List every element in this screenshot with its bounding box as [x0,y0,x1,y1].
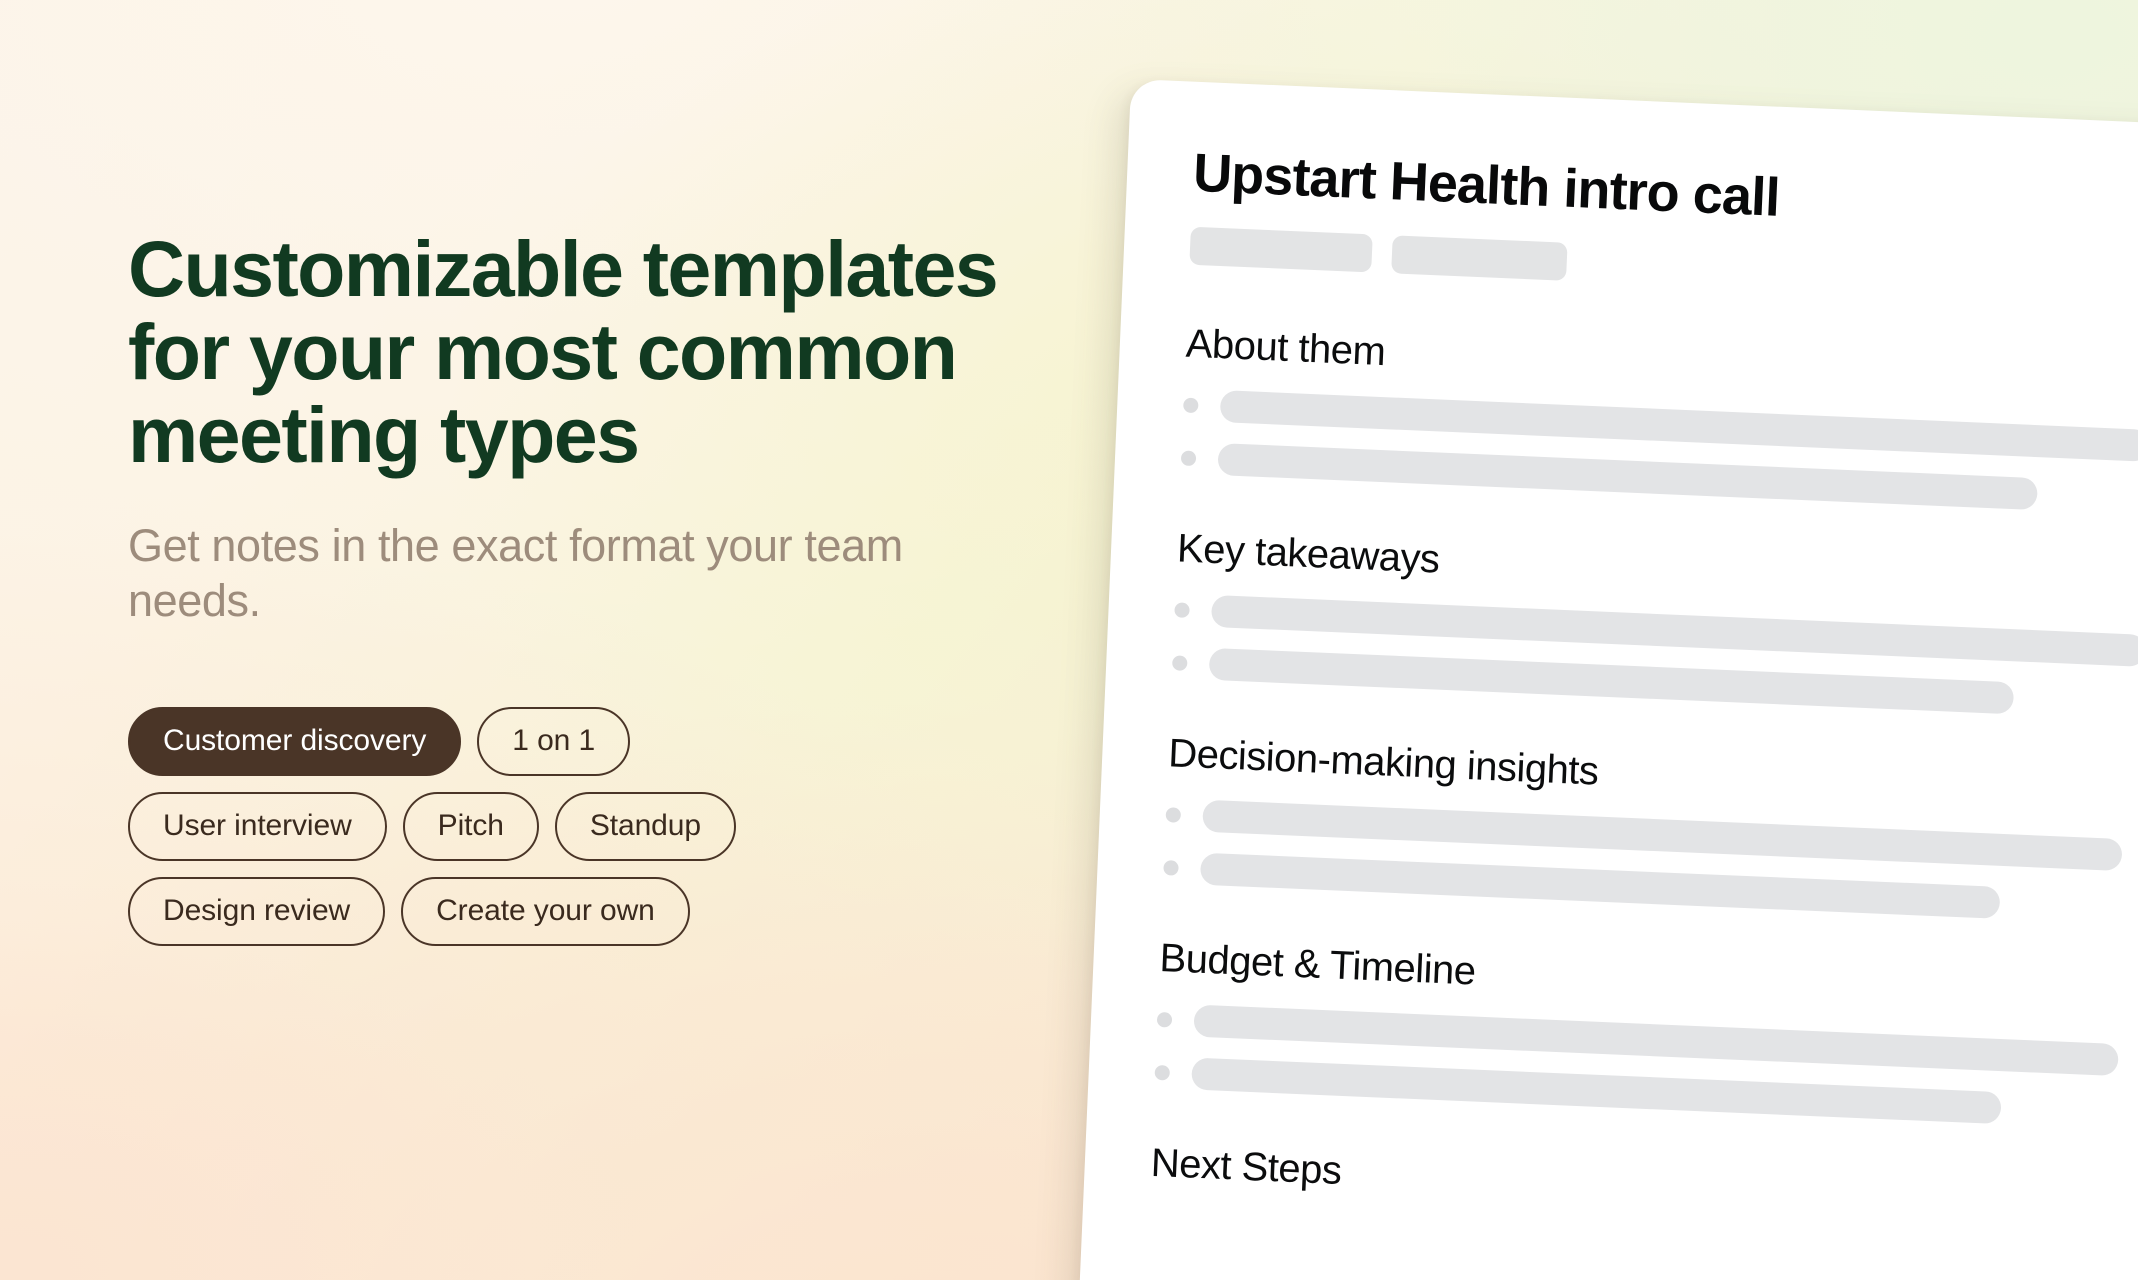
bullet-dot-icon [1163,859,1179,876]
note-card-stage: Upstart Health intro call About them Key … [1073,78,2138,1280]
bullet-dot-icon [1154,1064,1171,1081]
template-pill-customer-discovery[interactable]: Customer discovery [128,706,462,776]
note-bullet-list [1171,594,2138,727]
template-pill-user-interview[interactable]: User interview [128,791,387,861]
hero-subtitle: Get notes in the exact format your team … [128,519,903,626]
note-bullet-list [1180,389,2138,522]
note-section: Next Steps [1150,1140,2138,1234]
tag-placeholder-2 [1391,235,1568,282]
template-pill-create-your-own[interactable]: Create your own [401,876,690,946]
tag-placeholder-1 [1189,227,1373,273]
bullet-dot-icon [1174,602,1190,618]
page-viewport: Customizable templates for your most com… [0,0,2138,1280]
note-section-list: About them Key takeaways Decision-making i… [1150,321,2138,1234]
template-pill-standup[interactable]: Standup [554,791,736,861]
note-bullet-list [1154,1003,2138,1136]
note-section: Decision-making insights [1163,731,2138,931]
note-tag-row [1189,227,2138,313]
template-pill-design-review[interactable]: Design review [128,876,386,946]
note-section: About them [1180,321,2138,521]
hero-copy-column: Customizable templates for your most com… [128,224,1048,946]
note-section: Key takeaways [1171,526,2138,727]
bullet-dot-icon [1180,450,1197,467]
note-text-placeholder [1199,853,2001,920]
template-pill-1-on-1[interactable]: 1 on 1 [477,706,631,776]
note-section: Budget & Timeline [1154,935,2138,1135]
bullet-dot-icon [1171,655,1188,671]
page-title: Customizable templates for your most com… [128,224,999,479]
template-pill-group: Customer discovery 1 on 1 User interview Pi… [128,706,828,946]
note-bullet-list [1163,799,2138,932]
template-pill-pitch[interactable]: Pitch [402,791,539,861]
bullet-dot-icon [1165,807,1182,823]
bullet-dot-icon [1156,1011,1173,1028]
note-text-placeholder [1208,648,2015,715]
note-text-placeholder [1217,443,2038,511]
note-preview-card: Upstart Health intro call About them Key … [1073,78,2138,1280]
note-section-heading: Next Steps [1149,1141,1343,1194]
bullet-dot-icon [1183,397,1199,414]
note-text-placeholder [1191,1057,2002,1125]
